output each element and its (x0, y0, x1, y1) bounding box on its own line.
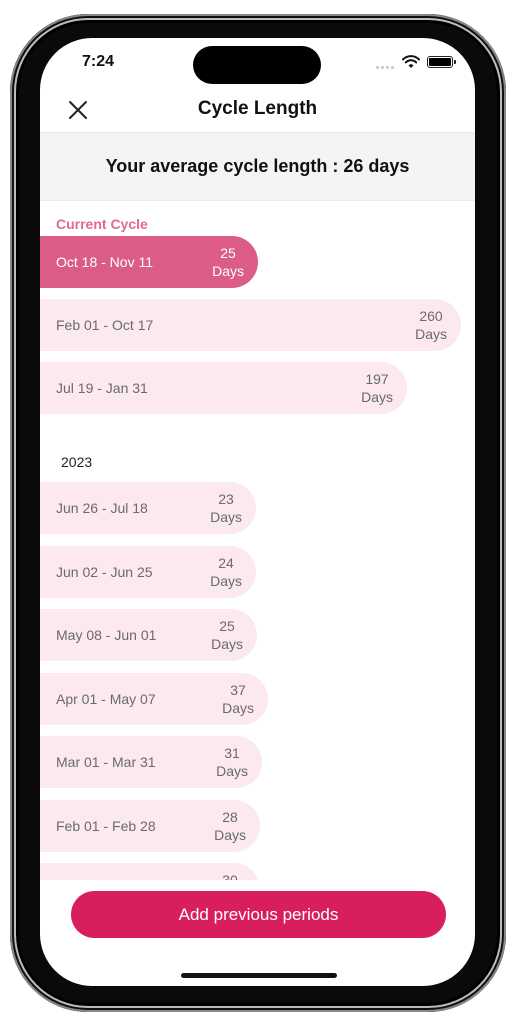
cycle-bar[interactable]: Mar 01 - Mar 31 31 Days (40, 736, 262, 788)
app-screen: 7:24 Cycle Length Your average cycle len… (40, 38, 475, 986)
cycle-days: 25 Days (211, 618, 243, 652)
cycle-bar[interactable]: Feb 01 - Feb 28 28 Days (40, 800, 260, 852)
cycle-range: Apr 01 - May 07 (56, 691, 156, 707)
cycle-days: 37 Days (222, 682, 254, 716)
cycle-bar[interactable]: May 08 - Jun 01 25 Days (40, 609, 257, 661)
nav-bar: Cycle Length (40, 88, 475, 132)
battery-icon (427, 56, 456, 68)
page-title: Cycle Length (197, 98, 318, 119)
dynamic-island (193, 46, 321, 84)
section-year: 2023 (61, 454, 93, 470)
cycle-days: 23 Days (210, 491, 242, 525)
cycle-bar[interactable]: Jun 26 - Jul 18 23 Days (40, 482, 256, 534)
cycle-range: Jun 02 - Jun 25 (56, 564, 153, 580)
section-current-cycle: Current Cycle (56, 216, 148, 232)
cycle-bar[interactable]: Jun 02 - Jun 25 24 Days (40, 546, 256, 598)
cycle-days: 28 Days (214, 809, 246, 843)
average-summary: Your average cycle length : 26 days (40, 132, 475, 201)
cycle-days: 197 Days (361, 371, 393, 405)
signal-dots-icon (376, 66, 394, 69)
status-time: 7:24 (82, 53, 115, 70)
cycle-range: Jul 19 - Jan 31 (56, 380, 148, 396)
cycle-range: Oct 18 - Nov 11 (56, 254, 154, 270)
home-indicator[interactable] (181, 973, 337, 978)
cycle-range: Mar 01 - Mar 31 (56, 754, 156, 770)
cycle-range: Jun 26 - Jul 18 (56, 500, 148, 516)
cycle-bar[interactable]: Feb 01 - Oct 17 260 Days (40, 299, 461, 351)
cycle-bar[interactable]: 30Days (40, 863, 260, 880)
cycle-days: 24 Days (210, 555, 242, 589)
cycle-bar-current[interactable]: Oct 18 - Nov 11 25 Days (40, 236, 258, 288)
cycle-list[interactable]: Current Cycle Oct 18 - Nov 11 25 Days Feb… (40, 201, 475, 880)
add-previous-periods-button[interactable]: Add previous periods (71, 891, 446, 938)
cycle-days: 30Days (222, 872, 238, 880)
cycle-days: 31 Days (216, 745, 248, 779)
cycle-days: 260 Days (415, 308, 447, 342)
cycle-range: Feb 01 - Feb 28 (56, 818, 156, 834)
cycle-range: Feb 01 - Oct 17 (56, 317, 154, 333)
cycle-bar[interactable]: Jul 19 - Jan 31 197 Days (40, 362, 407, 414)
cycle-bar[interactable]: Apr 01 - May 07 37 Days (40, 673, 268, 725)
cycle-range: May 08 - Jun 01 (56, 627, 157, 643)
average-text: Your average cycle length : 26 days (105, 156, 410, 176)
cycle-days: 25 Days (212, 245, 244, 279)
wifi-icon (402, 55, 420, 68)
